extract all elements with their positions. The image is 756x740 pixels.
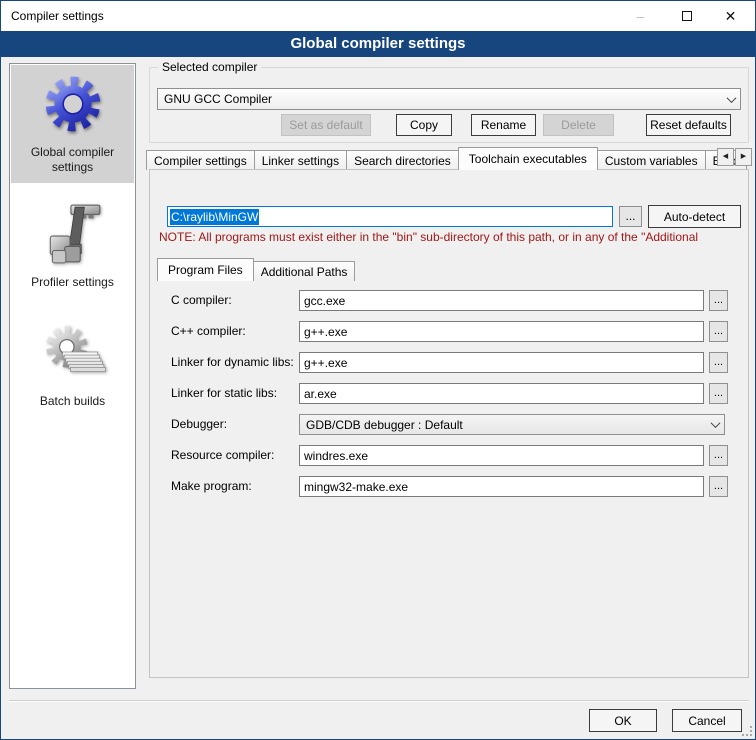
debugger-select-value: GDB/CDB debugger : Default — [300, 418, 706, 432]
dialog-header: Global compiler settings — [1, 31, 755, 57]
copy-button[interactable]: Copy — [396, 114, 452, 136]
linker-dynamic-browse-button[interactable]: ... — [709, 352, 728, 373]
blue-gear-icon — [40, 71, 106, 137]
reset-defaults-button[interactable]: Reset defaults — [646, 114, 731, 136]
window-title: Compiler settings — [11, 9, 104, 23]
linker-static-input[interactable] — [299, 383, 704, 404]
field-label-cpp-compiler: C++ compiler: — [171, 321, 297, 342]
field-label-linker-dynamic: Linker for dynamic libs: — [171, 352, 297, 373]
sidebar-item-label: Batch builds — [15, 394, 130, 409]
auto-detect-button[interactable]: Auto-detect — [648, 205, 741, 228]
tab-scroll-left-icon[interactable]: ◀ — [717, 148, 734, 166]
caliper-icon — [40, 201, 106, 267]
cpp-compiler-input[interactable] — [299, 321, 704, 342]
make-program-input[interactable] — [299, 476, 704, 497]
maximize-button[interactable] — [664, 1, 709, 31]
note-text: NOTE: All programs must exist either in … — [159, 230, 741, 244]
tab-custom-variables[interactable]: Custom variables — [597, 150, 706, 170]
titlebar[interactable]: Compiler settings – ✕ — [1, 1, 755, 31]
cancel-button[interactable]: Cancel — [672, 709, 742, 732]
field-label-resource-compiler: Resource compiler: — [171, 445, 297, 466]
compiler-select-value: GNU GCC Compiler — [158, 92, 722, 106]
group-label: Selected compiler — [158, 60, 261, 74]
sidebar-item-batch-builds[interactable]: Batch builds — [11, 314, 134, 417]
tab-toolchain-executables[interactable]: Toolchain executables — [458, 147, 598, 170]
compiler-settings-dialog: Compiler settings – ✕ Global compiler se… — [0, 0, 756, 740]
tab-compiler-settings[interactable]: Compiler settings — [146, 150, 255, 170]
compiler-select[interactable]: GNU GCC Compiler — [157, 88, 741, 110]
tab-search-directories[interactable]: Search directories — [346, 150, 459, 170]
subtab-program-files[interactable]: Program Files — [157, 258, 254, 281]
field-label-make-program: Make program: — [171, 476, 297, 497]
linker-static-browse-button[interactable]: ... — [709, 383, 728, 404]
selected-path-text: C:\raylib\MinGW — [170, 209, 259, 225]
resource-compiler-browse-button[interactable]: ... — [709, 445, 728, 466]
browse-directory-button[interactable]: ... — [619, 206, 642, 227]
chevron-down-icon — [722, 96, 740, 103]
settings-tabstrip: Compiler settings Linker settings Search… — [146, 147, 754, 170]
tab-linker-settings[interactable]: Linker settings — [254, 150, 347, 170]
footer-separator — [9, 700, 749, 702]
debugger-select[interactable]: GDB/CDB debugger : Default — [299, 414, 725, 435]
minimize-button: – — [618, 1, 663, 31]
installation-directory-input[interactable]: C:\raylib\MinGW — [167, 206, 613, 227]
field-label-debugger: Debugger: — [171, 414, 297, 435]
sidebar: Global compiler settings Profiler settin… — [9, 63, 136, 689]
ok-button[interactable]: OK — [589, 709, 657, 732]
rename-button[interactable]: Rename — [471, 114, 536, 136]
c-compiler-browse-button[interactable]: ... — [709, 290, 728, 311]
close-button[interactable]: ✕ — [708, 1, 753, 31]
linker-dynamic-input[interactable] — [299, 352, 704, 373]
field-label-c-compiler: C compiler: — [171, 290, 297, 311]
sidebar-item-profiler-settings[interactable]: Profiler settings — [11, 195, 134, 298]
delete-button: Delete — [543, 114, 614, 136]
sidebar-item-global-compiler-settings[interactable]: Global compiler settings — [11, 65, 134, 183]
sidebar-item-label: Global compiler settings — [15, 145, 130, 175]
cpp-compiler-browse-button[interactable]: ... — [709, 321, 728, 342]
set-as-default-button: Set as default — [281, 114, 371, 136]
maximize-icon — [682, 11, 692, 21]
tab-scroll-arrows: ◀ ▶ — [716, 148, 752, 166]
field-label-linker-static: Linker for static libs: — [171, 383, 297, 404]
batch-builds-icon — [40, 320, 106, 386]
subtab-additional-paths[interactable]: Additional Paths — [253, 261, 356, 281]
program-files-tabstrip: Program Files Additional Paths — [157, 258, 354, 281]
c-compiler-input[interactable] — [299, 290, 704, 311]
make-program-browse-button[interactable]: ... — [709, 476, 728, 497]
sidebar-item-label: Profiler settings — [15, 275, 130, 290]
resource-compiler-input[interactable] — [299, 445, 704, 466]
chevron-down-icon — [706, 421, 724, 428]
tab-scroll-right-icon[interactable]: ▶ — [735, 148, 752, 166]
resize-grip[interactable] — [742, 726, 752, 736]
